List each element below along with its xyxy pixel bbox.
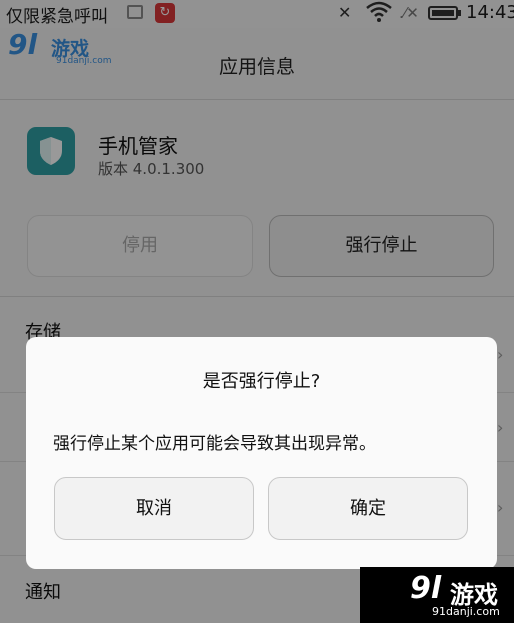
confirm-button[interactable]: 确定 [268,477,468,540]
watermark-url: 91danji.com [432,605,500,618]
watermark-logo-mark: 9l [410,571,442,606]
force-stop-dialog: 是否强行停止? 强行停止某个应用可能会导致其出现异常。 取消 确定 [26,337,497,569]
dialog-title: 是否强行停止? [202,371,321,392]
cancel-button[interactable]: 取消 [54,477,254,540]
watermark-logo-bottom: 9l 游戏 91danji.com [360,567,514,623]
dialog-message: 强行停止某个应用可能会导致其出现异常。 [53,434,376,454]
